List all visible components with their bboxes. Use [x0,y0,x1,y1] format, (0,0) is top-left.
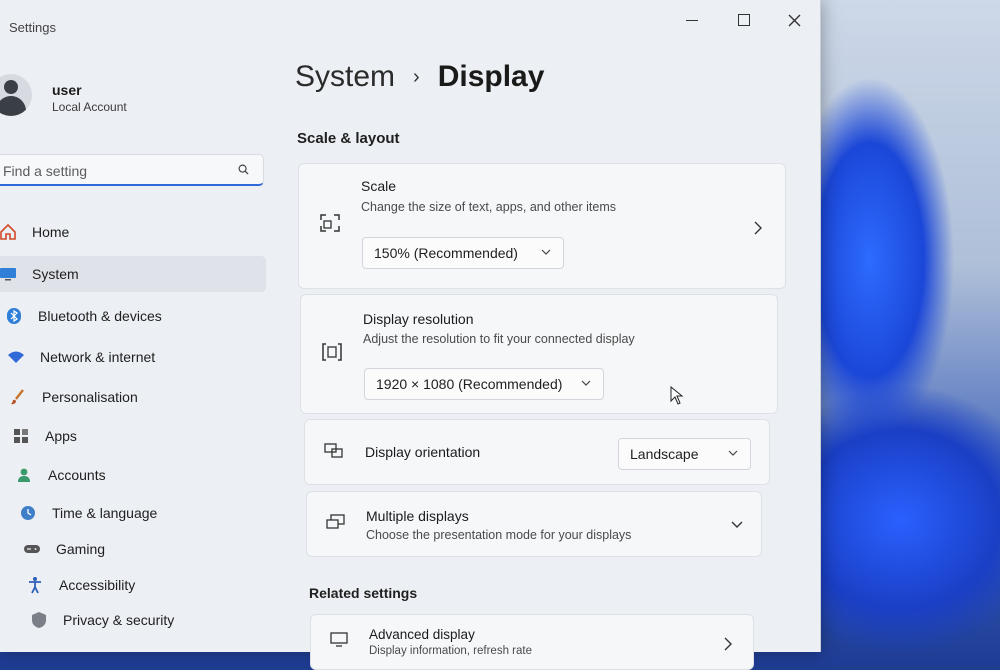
shield-icon [29,610,49,630]
resolution-description: Adjust the resolution to fit your connec… [363,332,635,346]
monitor-icon [330,632,348,647]
resolution-title: Display resolution [363,311,474,327]
sidebar-item-privacy[interactable]: Privacy & security [29,602,266,638]
multiple-displays-icon [326,514,345,529]
sidebar-item-label: Personalisation [42,389,138,405]
resolution-value: 1920 × 1080 (Recommended) [376,376,563,392]
sidebar-item-label: Network & internet [40,349,156,365]
sidebar-item-network[interactable]: Network & internet [6,339,266,375]
maximize-icon [738,14,750,26]
sidebar-item-label: Time & language [52,505,158,521]
multiple-displays-card[interactable]: Multiple displays Choose the presentatio… [306,491,762,557]
sidebar-item-system[interactable]: System [0,256,266,292]
brush-icon [8,387,28,407]
orientation-value: Landscape [630,446,699,462]
multiple-displays-description: Choose the presentation mode for your di… [366,528,632,542]
sidebar-item-label: Accessibility [59,577,136,593]
advanced-display-card[interactable]: Advanced display Display information, re… [310,614,754,670]
scale-dropdown[interactable]: 150% (Recommended) [362,237,564,269]
settings-window: Settings user Local Account Home System … [0,0,821,670]
sidebar-item-label: Gaming [56,541,106,557]
maximize-button[interactable] [724,8,764,32]
multiple-displays-title: Multiple displays [366,508,469,524]
orientation-dropdown[interactable]: Landscape [618,438,751,470]
wifi-icon [6,347,26,367]
sidebar-item-label: Privacy & security [63,612,175,628]
user-name: user [52,82,82,98]
breadcrumb: System › Display [295,60,544,94]
mouse-cursor-icon [670,386,684,405]
bluetooth-icon [4,306,24,326]
home-icon [0,222,18,242]
gamepad-icon [22,539,42,559]
chevron-right-icon [754,221,762,235]
search-input[interactable] [1,162,225,180]
sidebar-item-gaming[interactable]: Gaming [22,531,266,567]
scale-card[interactable]: Scale Change the size of text, apps, and… [298,163,786,289]
chevron-down-icon [728,450,738,456]
account-type: Local Account [52,100,127,114]
sidebar-item-label: Apps [45,428,77,444]
scale-description: Change the size of text, apps, and other… [361,200,617,214]
chevron-down-icon [581,380,591,386]
search-box[interactable] [0,154,264,186]
scale-value: 150% (Recommended) [374,245,518,261]
chevron-right-icon [724,637,732,651]
close-icon [788,14,800,26]
breadcrumb-separator-icon: › [413,65,420,88]
page-title: Display [437,60,545,93]
sidebar-item-label: Bluetooth & devices [38,308,162,324]
sidebar-item-accessibility[interactable]: Accessibility [25,567,266,603]
sidebar-item-home[interactable]: Home [0,214,263,250]
sidebar-item-time-language[interactable]: Time & language [18,495,266,531]
search-icon [238,164,249,175]
orientation-icon [324,443,343,458]
sidebar-item-label: Home [32,224,70,240]
globe-clock-icon [18,503,38,523]
resolution-icon [322,343,342,361]
chevron-down-icon [731,521,743,528]
advanced-display-description: Display information, refresh rate [369,645,532,657]
orientation-title: Display orientation [365,444,481,460]
advanced-display-title: Advanced display [369,627,475,642]
scale-icon [320,214,340,232]
section-title-scale-layout: Scale & layout [297,130,400,147]
sidebar-item-label: System [32,266,79,282]
scale-title: Scale [361,178,397,194]
system-icon [0,264,18,284]
person-icon [14,465,34,485]
minimize-button[interactable] [672,8,712,32]
avatar[interactable] [0,74,32,116]
sidebar-item-accounts[interactable]: Accounts [14,457,266,493]
close-button[interactable] [774,8,814,32]
minimize-icon [686,19,698,21]
apps-icon [11,426,31,446]
display-resolution-card: Display resolution Adjust the resolution… [300,294,778,414]
app-title: Settings [9,20,56,35]
sidebar-item-bluetooth[interactable]: Bluetooth & devices [4,298,266,334]
chevron-down-icon [541,249,551,255]
display-orientation-card: Display orientation Landscape [304,419,770,485]
section-title-related: Related settings [309,585,418,601]
sidebar-item-label: Accounts [48,467,106,483]
resolution-dropdown[interactable]: 1920 × 1080 (Recommended) [364,368,604,400]
sidebar-item-personalisation[interactable]: Personalisation [8,379,266,415]
breadcrumb-parent[interactable]: System [295,60,395,94]
accessibility-icon [25,575,45,595]
sidebar-item-apps[interactable]: Apps [11,418,266,454]
title-bar: Settings [0,0,820,50]
